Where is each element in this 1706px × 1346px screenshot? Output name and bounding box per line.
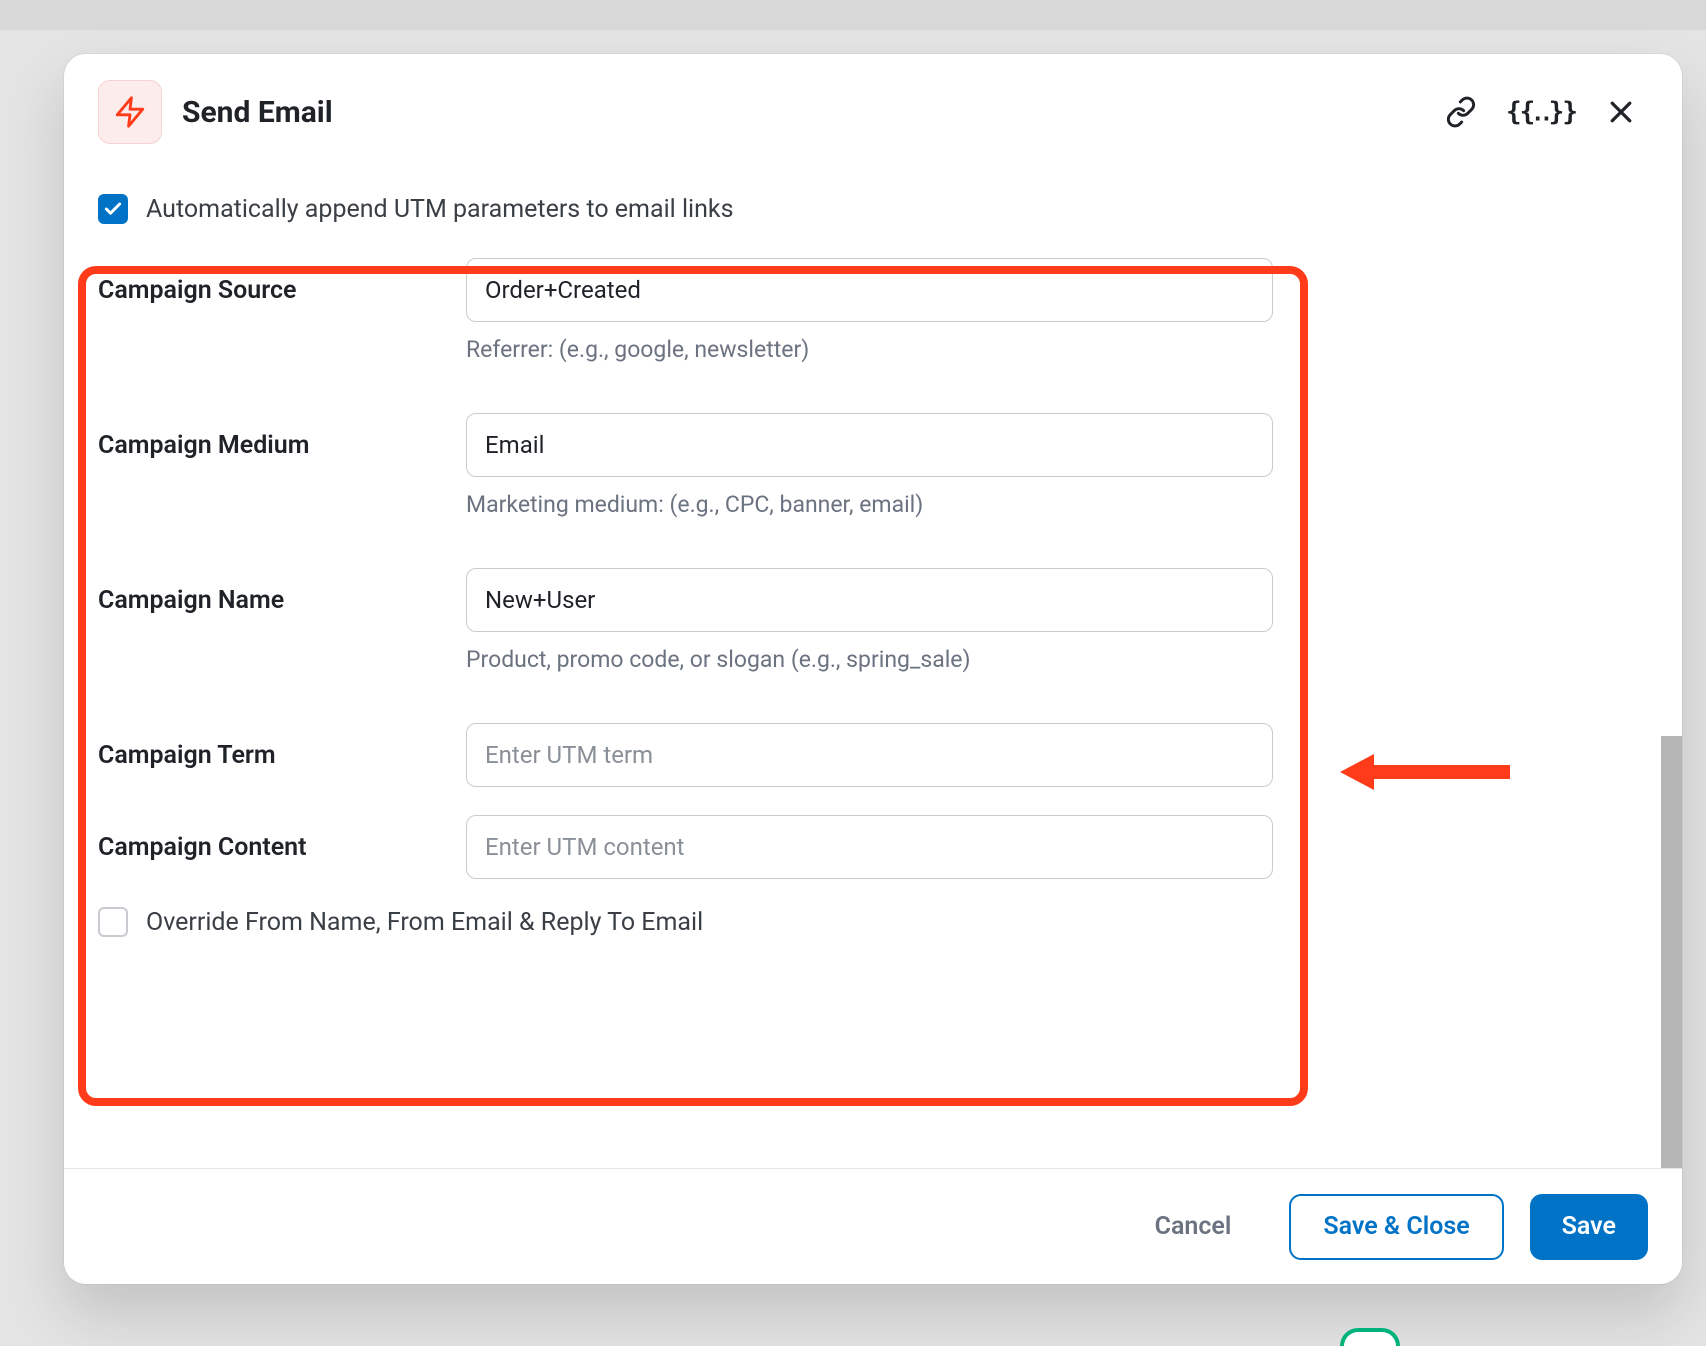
close-icon[interactable]	[1604, 95, 1638, 129]
campaign-content-row: Campaign Content	[98, 815, 1273, 879]
modal-footer: Cancel Save & Close Save	[64, 1168, 1682, 1284]
campaign-term-input[interactable]	[466, 723, 1273, 787]
campaign-content-label: Campaign Content	[98, 815, 466, 862]
scrollbar[interactable]	[1661, 736, 1682, 1168]
campaign-medium-input[interactable]	[466, 413, 1273, 477]
page-backdrop	[0, 0, 1706, 30]
modal-body: Automatically append UTM parameters to e…	[64, 154, 1682, 1168]
utm-auto-append-label: Automatically append UTM parameters to e…	[146, 195, 733, 224]
campaign-medium-row: Campaign Medium Marketing medium: (e.g.,…	[98, 413, 1273, 518]
campaign-term-row: Campaign Term	[98, 723, 1273, 787]
campaign-term-label: Campaign Term	[98, 723, 466, 770]
utm-auto-append-checkbox[interactable]	[98, 194, 128, 224]
save-close-button[interactable]: Save & Close	[1289, 1194, 1503, 1260]
override-from-label: Override From Name, From Email & Reply T…	[146, 908, 703, 937]
link-icon[interactable]	[1444, 95, 1478, 129]
save-button[interactable]: Save	[1530, 1194, 1648, 1260]
braces-icon[interactable]: {{‥}}	[1524, 95, 1558, 129]
campaign-name-hint: Product, promo code, or slogan (e.g., sp…	[466, 646, 1273, 673]
cancel-button[interactable]: Cancel	[1123, 1194, 1264, 1260]
campaign-medium-label: Campaign Medium	[98, 413, 466, 460]
campaign-source-hint: Referrer: (e.g., google, newsletter)	[466, 336, 1273, 363]
modal-title: Send Email	[182, 95, 1424, 130]
campaign-name-label: Campaign Name	[98, 568, 466, 615]
utm-form: Campaign Source Referrer: (e.g., google,…	[98, 258, 1273, 937]
header-actions: {{‥}}	[1444, 95, 1638, 129]
action-lightning-icon	[98, 80, 162, 144]
campaign-source-row: Campaign Source Referrer: (e.g., google,…	[98, 258, 1273, 363]
campaign-name-row: Campaign Name Product, promo code, or sl…	[98, 568, 1273, 673]
campaign-name-input[interactable]	[466, 568, 1273, 632]
modal-header: Send Email {{‥}}	[64, 54, 1682, 154]
campaign-source-input[interactable]	[466, 258, 1273, 322]
utm-auto-append-row: Automatically append UTM parameters to e…	[98, 194, 1648, 224]
send-email-modal: Send Email {{‥}}	[64, 54, 1682, 1284]
background-node-stub	[1340, 1328, 1400, 1346]
campaign-medium-hint: Marketing medium: (e.g., CPC, banner, em…	[466, 491, 1273, 518]
campaign-content-input[interactable]	[466, 815, 1273, 879]
campaign-source-label: Campaign Source	[98, 258, 466, 305]
override-from-checkbox[interactable]	[98, 907, 128, 937]
annotation-arrow-icon	[1340, 750, 1510, 794]
override-from-row: Override From Name, From Email & Reply T…	[98, 907, 1273, 937]
